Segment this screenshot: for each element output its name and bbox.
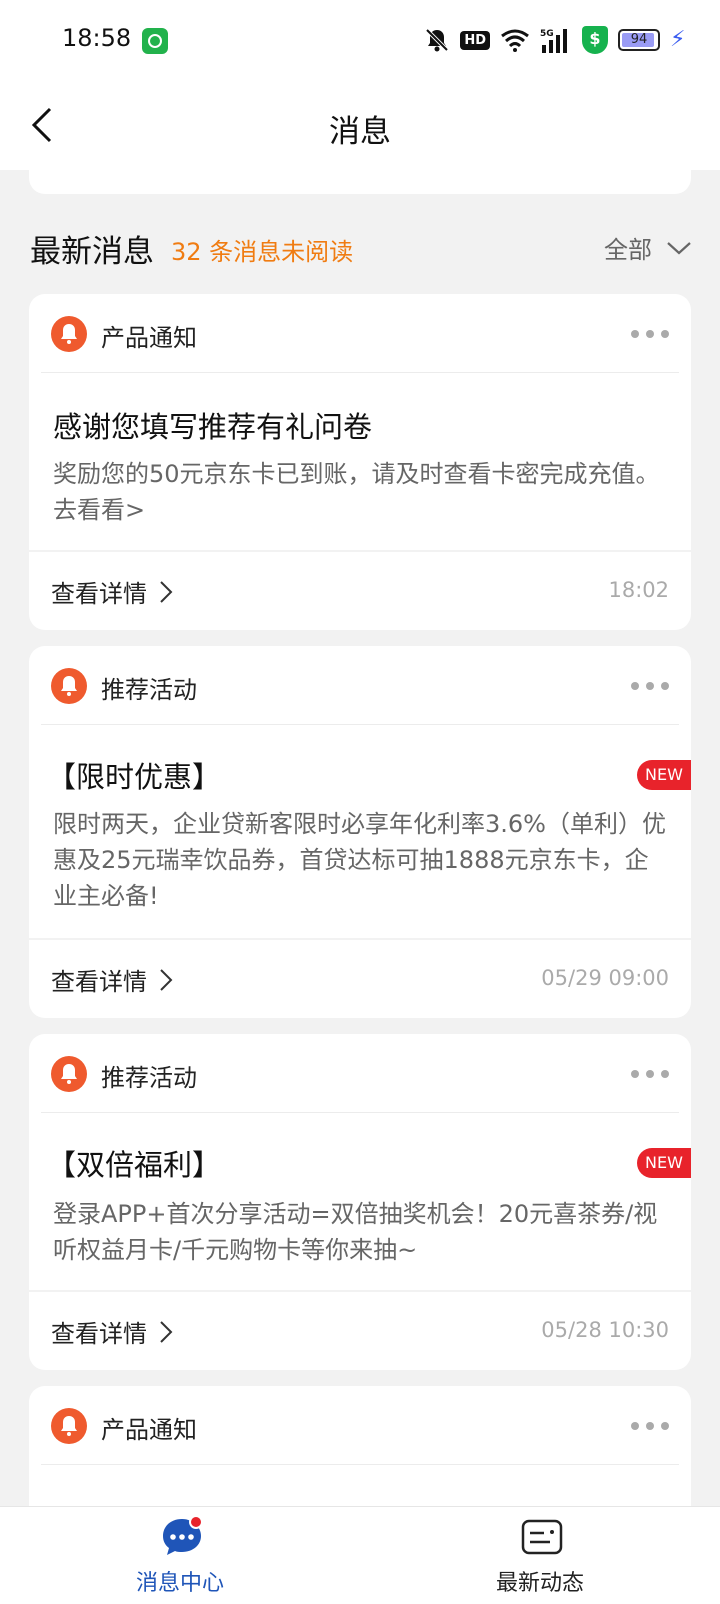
view-details-link[interactable]: 查看详情 — [51, 962, 173, 997]
status-bar: 18:58 HD 5G $ 94 ⚡ — [0, 0, 720, 80]
card-header: 产品通知 — [29, 294, 691, 372]
new-badge: NEW — [637, 760, 691, 790]
message-card[interactable]: 推荐活动 【限时优惠】 NEW 限时两天，企业贷新客限时必享年化利率3.6%（单… — [29, 646, 691, 1018]
status-icons: HD 5G $ 94 ⚡ — [424, 22, 686, 58]
message-body: 限时两天，企业贷新客限时必享年化利率3.6%（单利）优惠及25元瑞幸饮品券，首贷… — [53, 810, 666, 910]
view-details-label: 查看详情 — [51, 968, 147, 996]
nav-label: 消息中心 — [135, 1571, 224, 1596]
nav-label: 最新动态 — [495, 1571, 584, 1596]
card-header: 推荐活动 — [29, 646, 691, 724]
unread-count: 32 条消息未阅读 — [171, 238, 354, 266]
divider — [41, 1464, 679, 1465]
footer-divider — [29, 938, 691, 940]
chevron-right-icon — [160, 1320, 173, 1343]
chevron-right-icon — [160, 968, 173, 991]
card-header: 产品通知 — [29, 1386, 691, 1464]
message-category: 推荐活动 — [101, 676, 197, 704]
filter-dropdown[interactable]: 全部 — [604, 230, 692, 265]
latest-messages-header: 最新消息 32 条消息未阅读 全部 — [30, 226, 692, 270]
shield-icon: $ — [582, 26, 608, 54]
battery-icon: 94 — [618, 29, 660, 51]
message-body: 奖励您的50元京东卡已到账，请及时查看卡密完成充值。去看看> — [53, 460, 660, 524]
card-header: 推荐活动 — [29, 1034, 691, 1112]
previous-card-bottom — [29, 160, 691, 194]
svg-text:5G: 5G — [540, 29, 554, 39]
charging-icon: ⚡ — [670, 27, 686, 52]
top-navigation-bar: 消息 — [0, 80, 720, 170]
news-icon — [521, 1519, 563, 1555]
wifi-icon — [501, 29, 529, 52]
divider — [41, 1112, 679, 1113]
mute-icon — [425, 28, 449, 52]
message-body: 登录APP+首次分享活动=双倍抽奖机会！20元喜茶券/视听权益月卡/千元购物卡等… — [53, 1200, 658, 1264]
bell-icon — [51, 1408, 87, 1444]
footer-divider — [29, 550, 691, 552]
chevron-right-icon — [160, 580, 173, 603]
message-category: 产品通知 — [101, 1416, 197, 1444]
view-details-label: 查看详情 — [51, 580, 147, 608]
message-time: 05/28 10:30 — [541, 1318, 669, 1342]
view-details-link[interactable]: 查看详情 — [51, 574, 173, 609]
footer-divider — [29, 1290, 691, 1292]
message-title: 【双倍福利】 — [47, 1148, 222, 1182]
message-time: 05/29 09:00 — [541, 966, 669, 990]
bell-icon — [51, 316, 87, 352]
section-title: 最新消息 — [30, 234, 154, 270]
5g-signal-icon: 5G — [540, 29, 567, 53]
status-time: 18:58 — [62, 24, 132, 52]
bottom-navigation: 消息中心 最新动态 — [0, 1506, 720, 1604]
message-card[interactable]: 产品通知 — [29, 1386, 691, 1526]
bell-icon — [51, 1056, 87, 1092]
nav-latest-news[interactable]: 最新动态 — [440, 1507, 640, 1604]
hd-icon: HD — [460, 30, 490, 50]
filter-label: 全部 — [604, 236, 652, 264]
message-category: 推荐活动 — [101, 1064, 197, 1092]
divider — [41, 372, 679, 373]
message-center-icon — [163, 1515, 203, 1555]
page-title: 消息 — [329, 114, 391, 150]
chevron-down-icon — [667, 241, 691, 254]
divider — [41, 724, 679, 725]
more-options-icon[interactable] — [631, 1070, 669, 1078]
message-title: 感谢您填写推荐有礼问卷 — [53, 410, 373, 444]
app-notify-icon — [142, 28, 168, 54]
message-category: 产品通知 — [101, 324, 197, 352]
message-card[interactable]: 产品通知 感谢您填写推荐有礼问卷 奖励您的50元京东卡已到账，请及时查看卡密完成… — [29, 294, 691, 630]
more-options-icon[interactable] — [631, 682, 669, 690]
more-options-icon[interactable] — [631, 1422, 669, 1430]
new-badge: NEW — [637, 1148, 691, 1178]
view-details-label: 查看详情 — [51, 1320, 147, 1348]
message-title: 【限时优惠】 — [47, 760, 222, 794]
message-card[interactable]: 推荐活动 【双倍福利】 NEW 登录APP+首次分享活动=双倍抽奖机会！20元喜… — [29, 1034, 691, 1370]
view-details-link[interactable]: 查看详情 — [51, 1314, 173, 1349]
message-time: 18:02 — [608, 578, 669, 602]
bell-icon — [51, 668, 87, 704]
more-options-icon[interactable] — [631, 330, 669, 338]
nav-message-center[interactable]: 消息中心 — [80, 1507, 280, 1604]
